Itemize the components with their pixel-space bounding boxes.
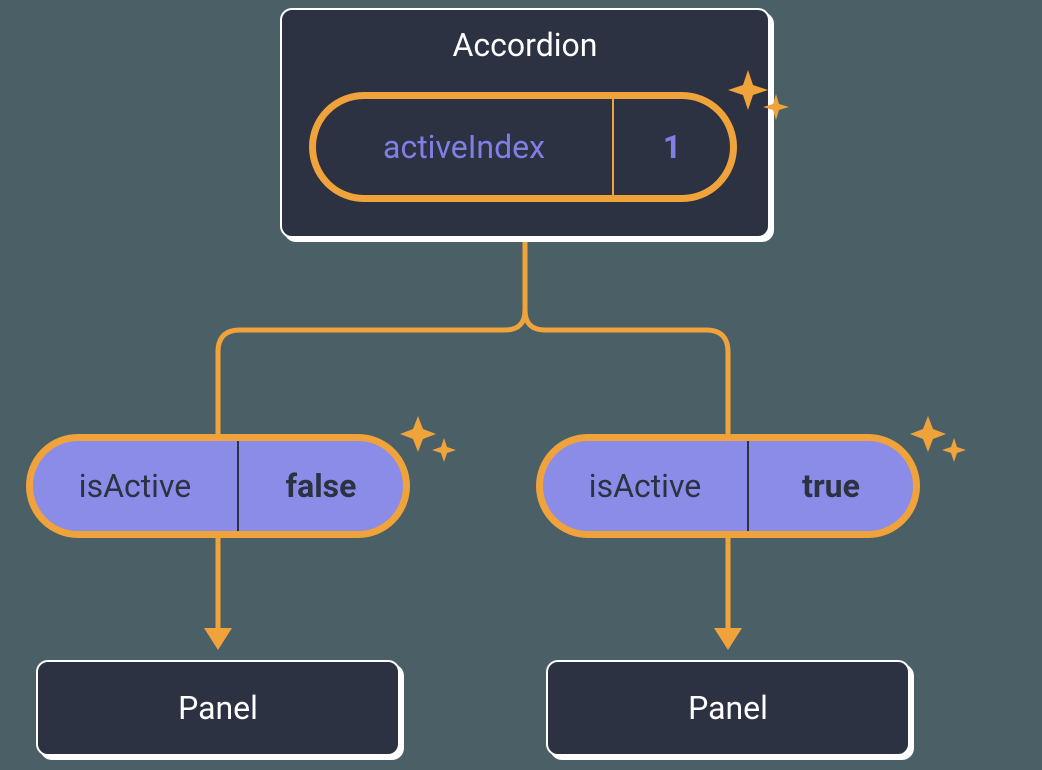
prop-pill-isactive-left: isActive false xyxy=(26,434,410,538)
sparkle-icon xyxy=(400,416,462,478)
diagram-stage: Accordion activeIndex 1 isActive false i… xyxy=(0,0,1042,770)
state-label: activeIndex xyxy=(316,99,614,195)
state-pill-activeindex: activeIndex 1 xyxy=(309,92,737,202)
prop-value-left: false xyxy=(239,441,403,531)
panel-label-right: Panel xyxy=(688,689,768,727)
panel-node-right: Panel xyxy=(546,660,910,756)
accordion-title: Accordion xyxy=(282,26,768,64)
panel-node-left: Panel xyxy=(36,660,400,756)
panel-label-left: Panel xyxy=(178,689,258,727)
prop-label-left: isActive xyxy=(33,441,239,531)
state-value: 1 xyxy=(614,99,730,195)
sparkle-icon xyxy=(910,416,972,478)
prop-value-right: true xyxy=(749,441,913,531)
prop-label-right: isActive xyxy=(543,441,749,531)
prop-pill-isactive-right: isActive true xyxy=(536,434,920,538)
